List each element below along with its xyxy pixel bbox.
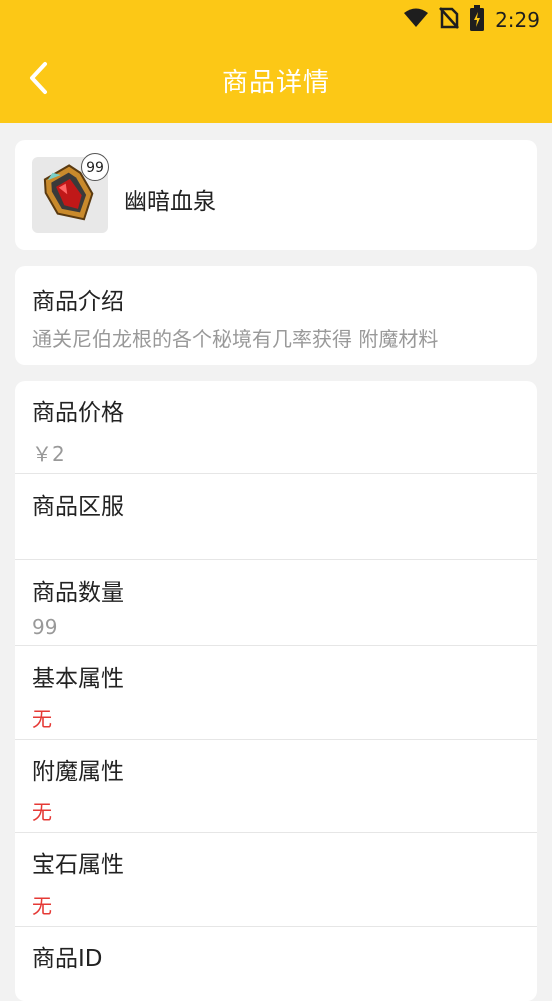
enchant-attr-value: 无 <box>32 800 52 824</box>
status-time: 2:29 <box>495 8 540 32</box>
intro-text: 通关尼伯龙根的各个秘境有几率获得 附魔材料 <box>32 327 439 351</box>
divider <box>15 645 537 646</box>
divider <box>15 473 537 474</box>
quantity-badge: 99 <box>81 153 109 181</box>
gem-attr-label: 宝石属性 <box>32 852 124 878</box>
quantity-value: 99 <box>32 615 58 639</box>
basic-attr-label: 基本属性 <box>32 666 124 692</box>
basic-attr-value: 无 <box>32 707 52 731</box>
divider <box>15 926 537 927</box>
price-label: 商品价格 <box>32 400 124 426</box>
enchant-attr-label: 附魔属性 <box>32 759 124 785</box>
intro-label: 商品介绍 <box>32 289 124 315</box>
quantity-label: 商品数量 <box>32 580 124 606</box>
gem-attr-value: 无 <box>32 894 52 918</box>
divider <box>15 559 537 560</box>
page-title: 商品详情 <box>221 68 330 98</box>
server-label: 商品区服 <box>32 494 124 520</box>
divider <box>15 832 537 833</box>
item-name: 幽暗血泉 <box>124 189 216 215</box>
item-id-label: 商品ID <box>32 946 103 972</box>
details-card: 商品价格 ￥2 商品区服 商品数量 99 基本属性 无 附魔属性 无 宝石属性 … <box>15 381 537 1001</box>
battery-charging-icon <box>469 5 485 35</box>
wifi-icon <box>403 7 429 33</box>
divider <box>15 739 537 740</box>
price-value: ￥2 <box>32 442 65 466</box>
no-sim-icon <box>439 6 460 34</box>
status-bar: 2:29 <box>403 5 540 35</box>
intro-card: 商品介绍 通关尼伯龙根的各个秘境有几率获得 附魔材料 <box>15 266 537 365</box>
